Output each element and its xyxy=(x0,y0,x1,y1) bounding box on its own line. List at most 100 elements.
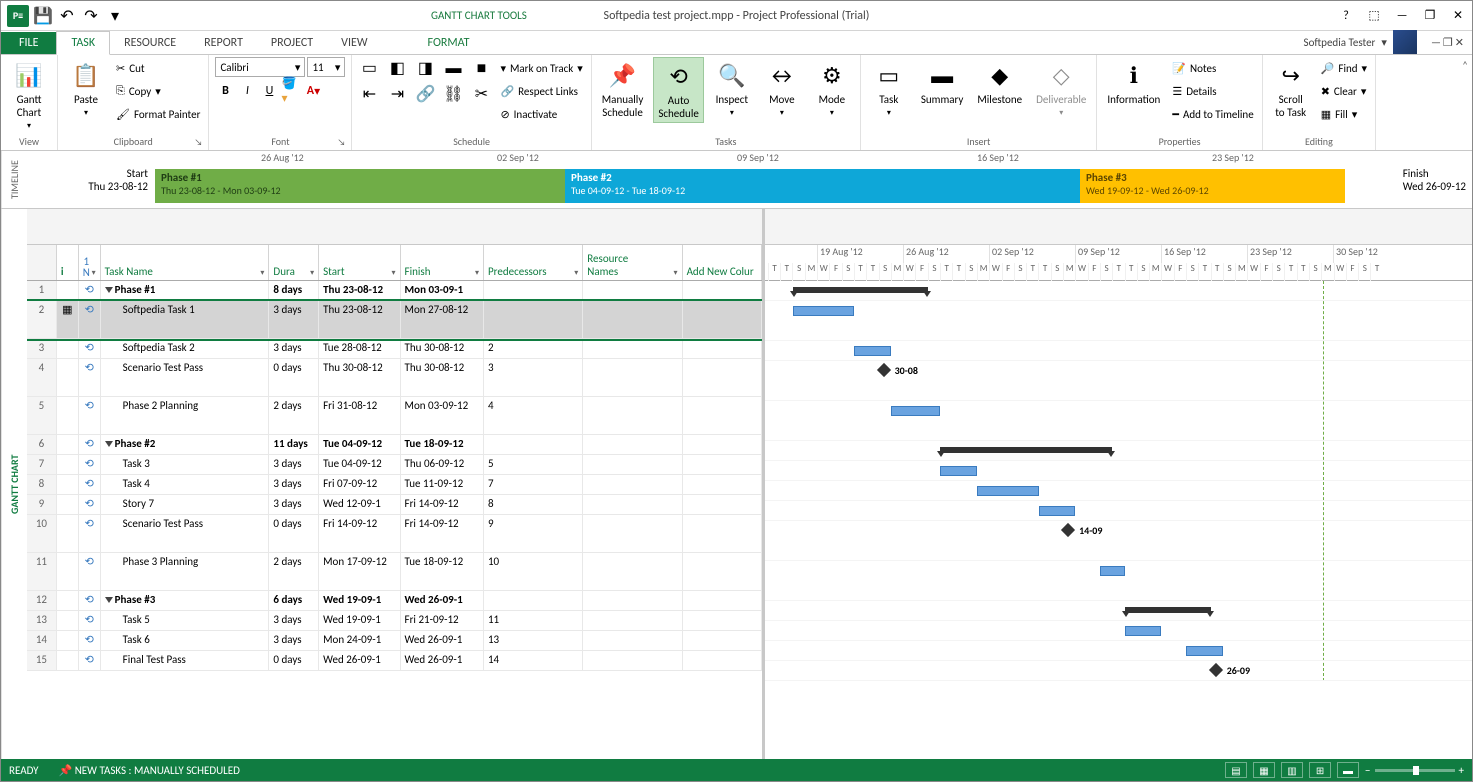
table-row[interactable]: 9 ⟲ Story 7 3 days Wed 12-09-1 Fri 14-09… xyxy=(27,495,762,515)
respect-links-button[interactable]: 🔗Respect Links xyxy=(498,80,584,102)
zoom-out-icon[interactable]: − xyxy=(1365,764,1370,777)
deliverable-button[interactable]: ◇Deliverable▾ xyxy=(1032,57,1090,120)
header-duration[interactable]: Dura▾ xyxy=(269,245,319,280)
gantt-summary-bar[interactable] xyxy=(1125,607,1211,613)
header-finish[interactable]: Finish▾ xyxy=(401,245,484,280)
gantt-task-bar[interactable] xyxy=(940,466,977,476)
tab-view[interactable]: VIEW xyxy=(327,32,381,54)
gantt-task-bar[interactable] xyxy=(793,306,855,316)
bold-button[interactable]: B xyxy=(215,81,235,101)
fill-color-button[interactable]: 🪣▾ xyxy=(281,81,301,101)
format-painter-button[interactable]: 🖌Format Painter xyxy=(114,103,202,125)
cut-button[interactable]: ✂Cut xyxy=(114,57,202,79)
fill-button[interactable]: ▦Fill▾ xyxy=(1319,103,1369,125)
clipboard-launcher-icon[interactable]: ↘ xyxy=(195,137,203,148)
gantt-task-bar[interactable] xyxy=(1100,566,1125,576)
table-row[interactable]: 1 ⟲ Phase #1 8 days Thu 23-08-12 Mon 03-… xyxy=(27,281,762,301)
clear-button[interactable]: ✖Clear▾ xyxy=(1319,80,1369,102)
mark-on-track-button[interactable]: ▾Mark on Track▾ xyxy=(498,57,584,79)
font-color-button[interactable]: A▾ xyxy=(303,81,323,101)
gantt-task-bar[interactable] xyxy=(1186,646,1223,656)
doc-close-icon[interactable]: ✕ xyxy=(1455,36,1464,49)
task-button[interactable]: ▭Task▾ xyxy=(867,57,911,120)
zoom-slider[interactable]: − + xyxy=(1365,764,1464,777)
add-timeline-button[interactable]: ━Add to Timeline xyxy=(1170,103,1255,125)
view-usage-button[interactable]: ▦ xyxy=(1253,762,1275,778)
scroll-to-task-button[interactable]: ↪Scroll to Task xyxy=(1269,57,1313,121)
timeline-body[interactable]: 26 Aug '12 02 Sep '12 09 Sep '12 16 Sep … xyxy=(27,151,1472,208)
view-gantt-button[interactable]: ▤ xyxy=(1225,762,1247,778)
details-button[interactable]: ☰Details xyxy=(1170,80,1255,102)
status-new-tasks[interactable]: 📌 NEW TASKS : MANUALLY SCHEDULED xyxy=(59,764,240,777)
gantt-task-bar[interactable] xyxy=(977,486,1039,496)
timeline-phase-3[interactable]: Phase #3Wed 19-09-12 - Wed 26-09-12 xyxy=(1080,169,1345,203)
gantt-task-bar[interactable] xyxy=(1125,626,1162,636)
table-row[interactable]: 8 ⟲ Task 4 3 days Fri 07-09-12 Tue 11-09… xyxy=(27,475,762,495)
table-row[interactable]: 14 ⟲ Task 6 3 days Mon 24-09-1 Wed 26-09… xyxy=(27,631,762,651)
save-icon[interactable]: 💾 xyxy=(33,6,53,26)
table-row[interactable]: 6 ⟲ Phase #2 11 days Tue 04-09-12 Tue 18… xyxy=(27,435,762,455)
gantt-milestone[interactable] xyxy=(877,363,891,377)
italic-button[interactable]: I xyxy=(237,81,257,101)
summary-button[interactable]: ▬Summary xyxy=(917,57,968,108)
pct-25-button[interactable]: ◧ xyxy=(386,57,408,79)
table-row[interactable]: 10 ⟲ Scenario Test Pass 0 days Fri 14-09… xyxy=(27,515,762,553)
header-resource[interactable]: Resource Names▾ xyxy=(583,245,682,280)
table-row[interactable]: 7 ⟲ Task 3 3 days Tue 04-09-12 Thu 06-09… xyxy=(27,455,762,475)
view-report-button[interactable]: ▬ xyxy=(1337,762,1359,778)
table-row[interactable]: 11 ⟲ Phase 3 Planning 2 days Mon 17-09-1… xyxy=(27,553,762,591)
timeline-phase-2[interactable]: Phase #2Tue 04-09-12 - Tue 18-09-12 xyxy=(565,169,1080,203)
user-dropdown-icon[interactable]: ▾ xyxy=(1381,36,1387,49)
timeline-phase-1[interactable]: Phase #1Thu 23-08-12 - Mon 03-09-12 xyxy=(155,169,565,203)
minimize-button[interactable]: — xyxy=(1388,6,1416,26)
underline-button[interactable]: U xyxy=(259,81,279,101)
copy-button[interactable]: ⎘Copy▾ xyxy=(114,80,202,102)
file-tab[interactable]: FILE xyxy=(1,32,56,54)
table-row[interactable]: 2 ▦ ⟲ Softpedia Task 1 3 days Thu 23-08-… xyxy=(27,301,762,339)
font-size-selector[interactable]: 11▾ xyxy=(307,57,345,77)
link-button[interactable]: 🔗 xyxy=(414,83,436,105)
redo-icon[interactable]: ↷ xyxy=(81,6,101,26)
header-rownum[interactable] xyxy=(27,245,57,280)
unlink-button[interactable]: ⛓ xyxy=(442,83,464,105)
header-add-column[interactable]: Add New Colur xyxy=(683,245,762,280)
doc-restore-icon[interactable]: ❐ xyxy=(1443,36,1453,49)
header-task-name[interactable]: Task Name▾ xyxy=(101,245,270,280)
gantt-task-bar[interactable] xyxy=(891,406,940,416)
zoom-in-icon[interactable]: + xyxy=(1459,764,1464,777)
paste-button[interactable]: 📋 Paste▾ xyxy=(64,57,108,120)
header-predecessors[interactable]: Predecessors▾ xyxy=(484,245,583,280)
header-start[interactable]: Start▾ xyxy=(319,245,400,280)
user-name[interactable]: Softpedia Tester xyxy=(1304,36,1376,49)
pct-100-button[interactable]: ■ xyxy=(470,57,492,79)
gantt-milestone[interactable] xyxy=(1209,663,1223,677)
pct-0-button[interactable]: ▭ xyxy=(358,57,380,79)
tab-format[interactable]: FORMAT xyxy=(414,32,484,54)
table-row[interactable]: 3 ⟲ Softpedia Task 2 3 days Tue 28-08-12… xyxy=(27,339,762,359)
table-row[interactable]: 12 ⟲ Phase #3 6 days Wed 19-09-1 Wed 26-… xyxy=(27,591,762,611)
view-sheet-button[interactable]: ⊞ xyxy=(1309,762,1331,778)
pct-75-button[interactable]: ▬ xyxy=(442,57,464,79)
undo-icon[interactable]: ↶ xyxy=(57,6,77,26)
inspect-button[interactable]: 🔍 Inspect▾ xyxy=(710,57,754,120)
find-button[interactable]: 🔎Find▾ xyxy=(1319,57,1369,79)
ribbon-options-icon[interactable]: ⬚ xyxy=(1360,6,1388,26)
qat-customize-icon[interactable]: ▾ xyxy=(105,6,125,26)
tab-task[interactable]: TASK xyxy=(56,31,110,55)
indent-button[interactable]: ⇥ xyxy=(386,83,408,105)
collapse-ribbon-icon[interactable]: ˄ xyxy=(1458,55,1472,150)
gantt-milestone[interactable] xyxy=(1061,523,1075,537)
gantt-pane[interactable]: g '1219 Aug '1226 Aug '1202 Sep '1209 Se… xyxy=(765,209,1472,759)
move-button[interactable]: ↔ Move▾ xyxy=(760,57,804,120)
gantt-chart-button[interactable]: 📊 Gantt Chart▾ xyxy=(7,57,51,133)
table-row[interactable]: 5 ⟲ Phase 2 Planning 2 days Fri 31-08-12… xyxy=(27,397,762,435)
mode-button[interactable]: ⚙ Mode▾ xyxy=(810,57,854,120)
tab-resource[interactable]: RESOURCE xyxy=(110,32,190,54)
table-row[interactable]: 15 ⟲ Final Test Pass 0 days Wed 26-09-1 … xyxy=(27,651,762,671)
split-button[interactable]: ✂ xyxy=(470,83,492,105)
gantt-summary-bar[interactable] xyxy=(940,447,1112,453)
gantt-task-bar[interactable] xyxy=(1039,506,1076,516)
gantt-summary-bar[interactable] xyxy=(793,287,928,293)
tab-project[interactable]: PROJECT xyxy=(257,32,327,54)
user-avatar[interactable] xyxy=(1393,30,1417,54)
